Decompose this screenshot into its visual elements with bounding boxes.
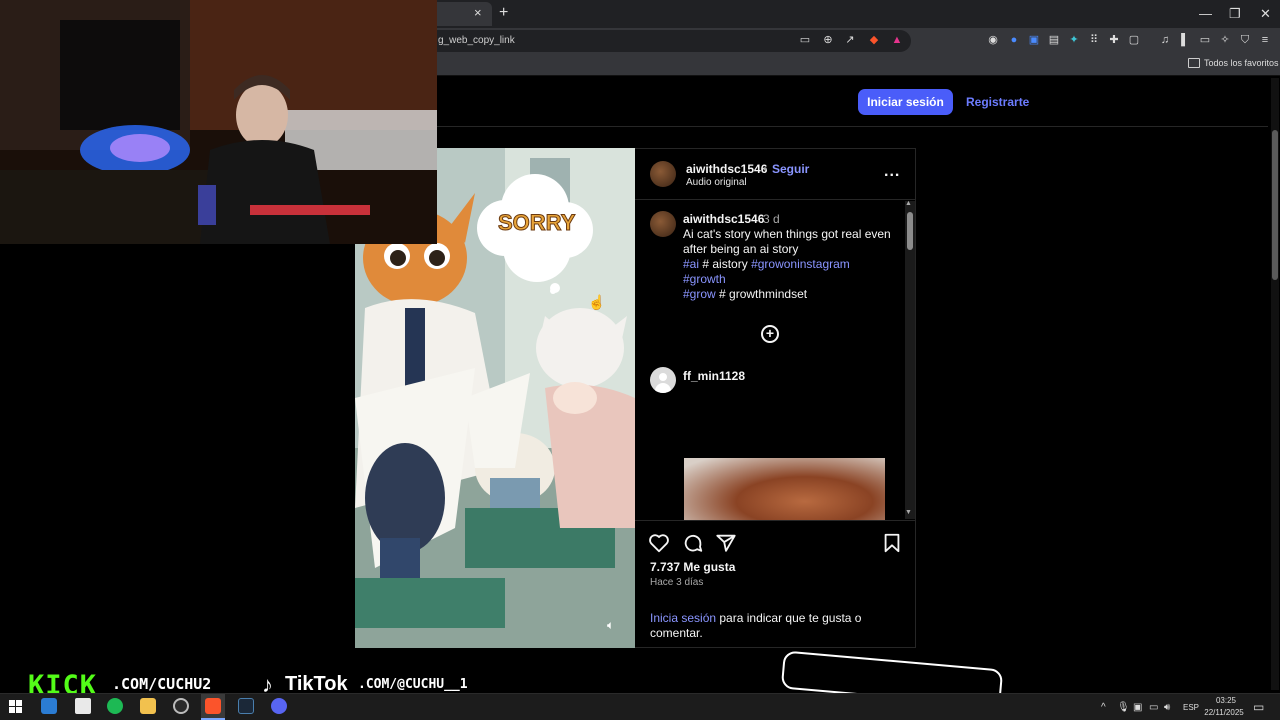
tray-overflow-icon[interactable]: ^: [1101, 702, 1106, 713]
folder-icon[interactable]: [1188, 58, 1200, 68]
discord-icon[interactable]: [271, 698, 287, 714]
hashtag-link[interactable]: #grow: [683, 287, 716, 301]
hashtag-link[interactable]: #growth: [683, 272, 726, 286]
taskview-app-icon[interactable]: [41, 698, 57, 714]
hashtag-link[interactable]: #growoninstagram: [751, 257, 850, 271]
author-username[interactable]: aiwithdsc1546: [686, 162, 767, 176]
hashtag-text: # aistory: [702, 257, 748, 271]
follow-button[interactable]: Seguir: [772, 162, 809, 176]
zoom-icon[interactable]: ⊕: [821, 33, 835, 47]
minimize-icon[interactable]: —: [1199, 6, 1212, 21]
network-icon[interactable]: ▭: [1149, 702, 1158, 713]
avatar-head: [659, 373, 667, 381]
panel-divider: [635, 199, 916, 200]
url-text[interactable]: g_web_copy_link: [438, 35, 515, 46]
likes-count[interactable]: 7.737 Me gusta: [650, 560, 735, 574]
spotify-icon[interactable]: [107, 698, 123, 714]
register-link[interactable]: Registrarte: [966, 95, 1029, 109]
webcam-scene: [0, 0, 437, 244]
vpn-icon[interactable]: ⛉: [1238, 33, 1252, 47]
extension-icon[interactable]: ✦: [1067, 33, 1081, 47]
brave-icon[interactable]: [205, 698, 221, 714]
restore-icon[interactable]: ❐: [1229, 6, 1241, 22]
obs-icon[interactable]: [173, 698, 189, 714]
extension-icon[interactable]: ◉: [986, 33, 1000, 47]
new-tab-icon[interactable]: +: [499, 4, 508, 22]
login-prompt: Inicia sesión para indicar que te gusta …: [650, 611, 890, 641]
webcam-overlay: [0, 0, 437, 244]
steam-icon[interactable]: [238, 698, 254, 714]
brave-rewards-icon[interactable]: ▲: [890, 33, 904, 47]
caption-text: Ai cat's story when things got real even…: [683, 227, 895, 302]
save-icon[interactable]: [881, 532, 903, 554]
share-icon[interactable]: [715, 532, 737, 554]
more-options-icon[interactable]: ...: [884, 163, 900, 181]
media-icon[interactable]: ♫: [1158, 33, 1172, 47]
separator-dot: •: [763, 162, 768, 176]
comment-avatar[interactable]: [650, 367, 676, 393]
extension-icon[interactable]: ●: [1007, 33, 1021, 47]
all-bookmarks-folder[interactable]: Todos los favoritos: [1204, 58, 1279, 68]
load-more-comments-icon[interactable]: +: [761, 325, 779, 343]
wallet-icon[interactable]: ▭: [1198, 33, 1212, 47]
file-explorer-icon[interactable]: [140, 698, 156, 714]
page-scrollbar-thumb[interactable]: [1272, 130, 1278, 280]
audio-label[interactable]: Audio original: [686, 177, 747, 188]
notion-icon[interactable]: [75, 698, 91, 714]
hashtag-link[interactable]: #ai: [683, 257, 699, 271]
scroll-down-icon[interactable]: ▼: [905, 509, 912, 516]
puzzle-icon[interactable]: ✚: [1107, 33, 1121, 47]
login-prompt-link[interactable]: Inicia sesión: [650, 611, 716, 625]
clock-time[interactable]: 03:25: [1206, 696, 1246, 705]
start-icon[interactable]: [9, 700, 22, 713]
language-indicator[interactable]: ESP: [1183, 703, 1199, 712]
kick-url: .COM/CUCHU2: [112, 675, 212, 693]
mute-icon[interactable]: 🔈︎: [607, 618, 614, 633]
translate-icon[interactable]: ▣: [1027, 33, 1041, 47]
extension-icon[interactable]: ▤: [1047, 33, 1061, 47]
author-avatar[interactable]: [650, 161, 676, 187]
share-icon[interactable]: ↗: [843, 33, 857, 47]
notifications-icon[interactable]: ▭: [1253, 700, 1264, 714]
hashtag-text: # growthmindset: [719, 287, 808, 301]
caption-time: 3 d: [763, 212, 780, 226]
leo-ai-icon[interactable]: ✧: [1218, 33, 1232, 47]
avatar-body: [655, 383, 671, 393]
caption-username[interactable]: aiwithdsc1546: [683, 212, 764, 226]
caption-body: Ai cat's story when things got real even…: [683, 227, 891, 256]
cast-icon[interactable]: ▭: [798, 33, 812, 47]
close-window-icon[interactable]: ✕: [1260, 6, 1271, 22]
actions-divider: [635, 520, 916, 521]
comments-scrollbar-thumb[interactable]: [907, 212, 913, 250]
like-icon[interactable]: [648, 532, 670, 554]
volume-icon[interactable]: 🔊︎: [1164, 702, 1170, 713]
brave-shield-icon[interactable]: ◆: [867, 33, 881, 47]
caption-avatar[interactable]: [650, 211, 676, 237]
tiktok-url: .COM/@CUCHU__1: [358, 677, 468, 692]
comment-icon[interactable]: [682, 532, 704, 554]
clock-date[interactable]: 22/11/2025: [1201, 708, 1247, 717]
microphone-icon[interactable]: 🎙︎: [1117, 702, 1130, 713]
scroll-up-icon[interactable]: ▲: [905, 200, 912, 207]
login-button[interactable]: Iniciar sesión: [858, 89, 953, 115]
tab-close-icon[interactable]: ×: [474, 5, 482, 20]
menu-icon[interactable]: ≡: [1258, 33, 1272, 47]
sidebar-icon[interactable]: ▌: [1178, 33, 1192, 47]
comment-username[interactable]: ff_min1128: [683, 369, 745, 383]
extension-icon[interactable]: ⠿: [1087, 33, 1101, 47]
comment-gif[interactable]: [684, 458, 885, 520]
sorry-text: SORRY: [497, 210, 576, 236]
extension-icon[interactable]: ▢: [1127, 33, 1141, 47]
post-date: Hace 3 días: [650, 577, 704, 588]
tray-app-icon[interactable]: ▣: [1133, 702, 1142, 713]
taskbar: [0, 693, 1280, 720]
cursor-icon: ☝: [588, 294, 606, 310]
